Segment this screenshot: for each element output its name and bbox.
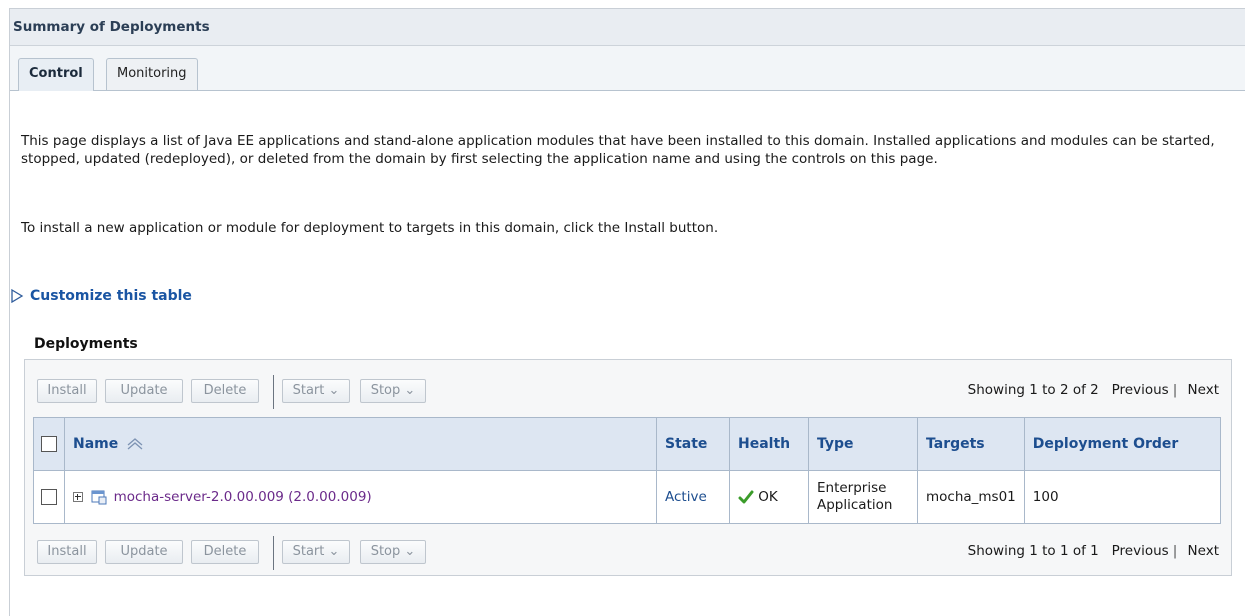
tab-bar: Control Monitoring	[10, 46, 1245, 91]
row-deployment-order-cell: 100	[1023, 470, 1222, 524]
showing-count: Showing 1 to 2 of 2	[967, 382, 1099, 398]
pagination-status: Showing 1 to 1 of 1 Previous | Next	[968, 543, 1219, 559]
chevron-down-icon: ⌄	[404, 544, 416, 559]
type-line-2: Application	[817, 497, 893, 513]
column-header-deployment-order[interactable]: Deployment Order	[1023, 417, 1222, 471]
row-select-cell	[33, 470, 65, 524]
chevron-down-icon: ⌄	[328, 544, 340, 559]
start-label: Start	[292, 383, 325, 398]
stop-label: Stop	[370, 383, 401, 398]
deployments-table: Name State Health Type Targets Deploymen…	[33, 417, 1222, 524]
pagination-status: Showing 1 to 2 of 2 Previous | Next	[968, 382, 1219, 398]
toolbar-separator	[273, 536, 274, 570]
chevron-down-icon: ⌄	[328, 383, 340, 398]
triangle-right-icon	[11, 289, 24, 303]
deployments-table-container: Install Update Delete Start ⌄ Stop ⌄ Sho…	[24, 359, 1232, 576]
table-row: mocha-server-2.0.00.009 (2.0.00.009) Act…	[33, 470, 1222, 524]
row-type-cell: Enterprise Application	[808, 470, 918, 524]
application-name-link[interactable]: mocha-server-2.0.00.009 (2.0.00.009)	[114, 489, 372, 505]
description-text-2: To install a new application or module f…	[21, 220, 719, 236]
type-line-1: Enterprise	[817, 480, 887, 496]
state-link[interactable]: Active	[665, 489, 707, 505]
select-all-checkbox[interactable]	[41, 436, 57, 452]
delete-button[interactable]: Delete	[191, 540, 259, 564]
select-all-cell	[33, 417, 65, 471]
update-button[interactable]: Update	[105, 540, 183, 564]
install-button[interactable]: Install	[37, 540, 97, 564]
column-name-label: Name	[73, 436, 119, 452]
update-button[interactable]: Update	[105, 379, 183, 403]
section-title: Deployments	[34, 336, 138, 352]
expand-plus-icon[interactable]	[73, 492, 83, 502]
checkmark-icon	[738, 490, 754, 504]
pagination-divider: |	[1172, 382, 1178, 398]
tab-control[interactable]: Control	[18, 58, 94, 91]
column-header-name[interactable]: Name	[64, 417, 657, 471]
stop-dropdown-button[interactable]: Stop ⌄	[360, 540, 426, 564]
row-state-cell: Active	[656, 470, 730, 524]
stop-label: Stop	[370, 544, 401, 559]
sort-ascending-icon	[127, 438, 143, 450]
chevron-down-icon: ⌄	[404, 383, 416, 398]
previous-link[interactable]: Previous	[1112, 382, 1169, 398]
pagination-divider: |	[1172, 543, 1178, 559]
page-title: Summary of Deployments	[10, 9, 1245, 46]
customize-table-label: Customize this table	[30, 288, 192, 304]
application-icon	[91, 490, 107, 505]
row-name-cell: mocha-server-2.0.00.009 (2.0.00.009)	[64, 470, 657, 524]
tab-monitoring[interactable]: Monitoring	[106, 58, 198, 90]
customize-table-link[interactable]: Customize this table	[10, 288, 192, 304]
start-dropdown-button[interactable]: Start ⌄	[282, 379, 350, 403]
install-button[interactable]: Install	[37, 379, 97, 403]
toolbar-separator	[273, 375, 274, 409]
start-label: Start	[292, 544, 325, 559]
stop-dropdown-button[interactable]: Stop ⌄	[360, 379, 426, 403]
showing-count: Showing 1 to 1 of 1	[967, 543, 1099, 559]
next-link[interactable]: Next	[1188, 382, 1219, 398]
description-paragraph-1: This page displays a list of Java EE app…	[21, 132, 1221, 168]
health-label: OK	[758, 489, 778, 505]
table-header-row: Name State Health Type Targets Deploymen…	[33, 417, 1222, 471]
column-header-targets[interactable]: Targets	[917, 417, 1025, 471]
column-header-state[interactable]: State	[656, 417, 730, 471]
previous-link[interactable]: Previous	[1112, 543, 1169, 559]
column-header-type[interactable]: Type	[808, 417, 918, 471]
start-dropdown-button[interactable]: Start ⌄	[282, 540, 350, 564]
next-link[interactable]: Next	[1188, 543, 1219, 559]
delete-button[interactable]: Delete	[191, 379, 259, 403]
row-health-cell: OK	[729, 470, 809, 524]
table-toolbar-bottom: Install Update Delete Start ⌄ Stop ⌄ Sho…	[25, 531, 1231, 573]
table-toolbar-top: Install Update Delete Start ⌄ Stop ⌄ Sho…	[25, 370, 1231, 412]
column-header-health[interactable]: Health	[729, 417, 809, 471]
row-checkbox[interactable]	[41, 489, 57, 505]
description-text-1: This page displays a list of Java EE app…	[21, 133, 1215, 167]
row-targets-cell: mocha_ms01	[917, 470, 1025, 524]
description-paragraph-2: To install a new application or module f…	[21, 219, 1221, 237]
